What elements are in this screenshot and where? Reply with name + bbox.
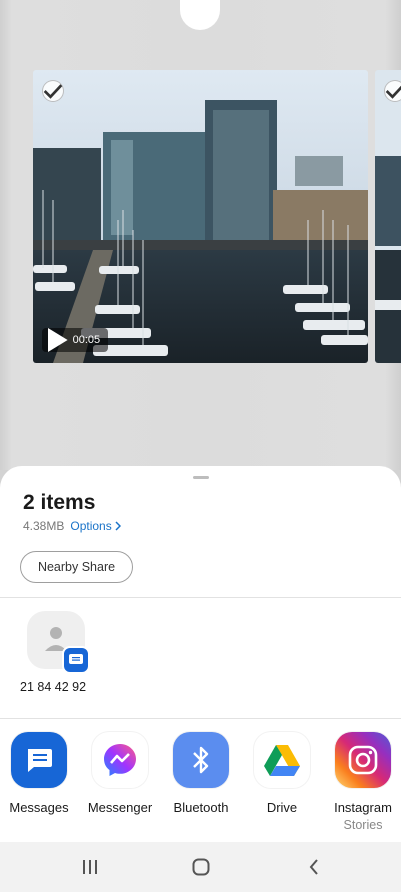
nearby-share-button[interactable]: Nearby Share <box>20 551 133 583</box>
app-label: Instagram <box>334 800 392 815</box>
bluetooth-icon <box>173 732 229 788</box>
total-size: 4.38MB <box>23 519 65 533</box>
selected-check-icon-next[interactable] <box>384 80 401 102</box>
video-duration-badge: 00:05 <box>42 328 109 352</box>
video-duration: 00:05 <box>72 334 101 346</box>
divider <box>0 718 401 719</box>
sheet-title: 2 items <box>23 491 96 514</box>
app-label: Messages <box>9 800 69 815</box>
share-sheet: 2 items 4.38MB Options Nearby Share 21 8… <box>0 466 401 892</box>
recents-icon[interactable] <box>75 854 105 880</box>
app-sublabel: Stories <box>343 818 383 832</box>
app-label: Drive <box>266 800 298 815</box>
messages-badge-icon <box>62 646 90 674</box>
messages-icon <box>11 732 67 788</box>
sheet-drag-handle[interactable] <box>193 476 209 479</box>
harbor-image-next <box>375 70 401 363</box>
app-label: Bluetooth <box>173 800 229 815</box>
home-icon[interactable] <box>186 854 216 880</box>
app-messenger[interactable]: Messenger <box>80 732 160 815</box>
options-link[interactable]: Options <box>70 519 121 533</box>
messenger-icon <box>92 732 148 788</box>
video-thumbnail-next[interactable] <box>375 70 401 363</box>
harbor-image <box>33 70 368 363</box>
app-label: Messenger <box>87 800 153 815</box>
options-label: Options <box>70 519 112 533</box>
instagram-icon <box>335 732 391 788</box>
video-thumbnail[interactable]: 00:05 <box>33 70 368 363</box>
app-drive[interactable]: Drive <box>242 732 322 815</box>
play-icon <box>48 328 68 352</box>
app-instagram[interactable]: Instagram Stories <box>323 732 401 832</box>
chevron-right-icon <box>115 521 121 531</box>
contact-name: 21 84 42 92 <box>20 680 87 694</box>
app-messages[interactable]: Messages <box>0 732 79 815</box>
divider <box>0 597 401 598</box>
navigation-bar <box>0 842 401 892</box>
back-icon[interactable] <box>299 854 329 880</box>
selected-check-icon[interactable] <box>42 80 64 102</box>
share-app-list: Messages Messenger Bluetooth Drive Insta… <box>0 732 401 842</box>
drive-icon <box>254 732 310 788</box>
sheet-subtitle: 4.38MB Options <box>23 519 121 533</box>
app-bluetooth[interactable]: Bluetooth <box>161 732 241 815</box>
